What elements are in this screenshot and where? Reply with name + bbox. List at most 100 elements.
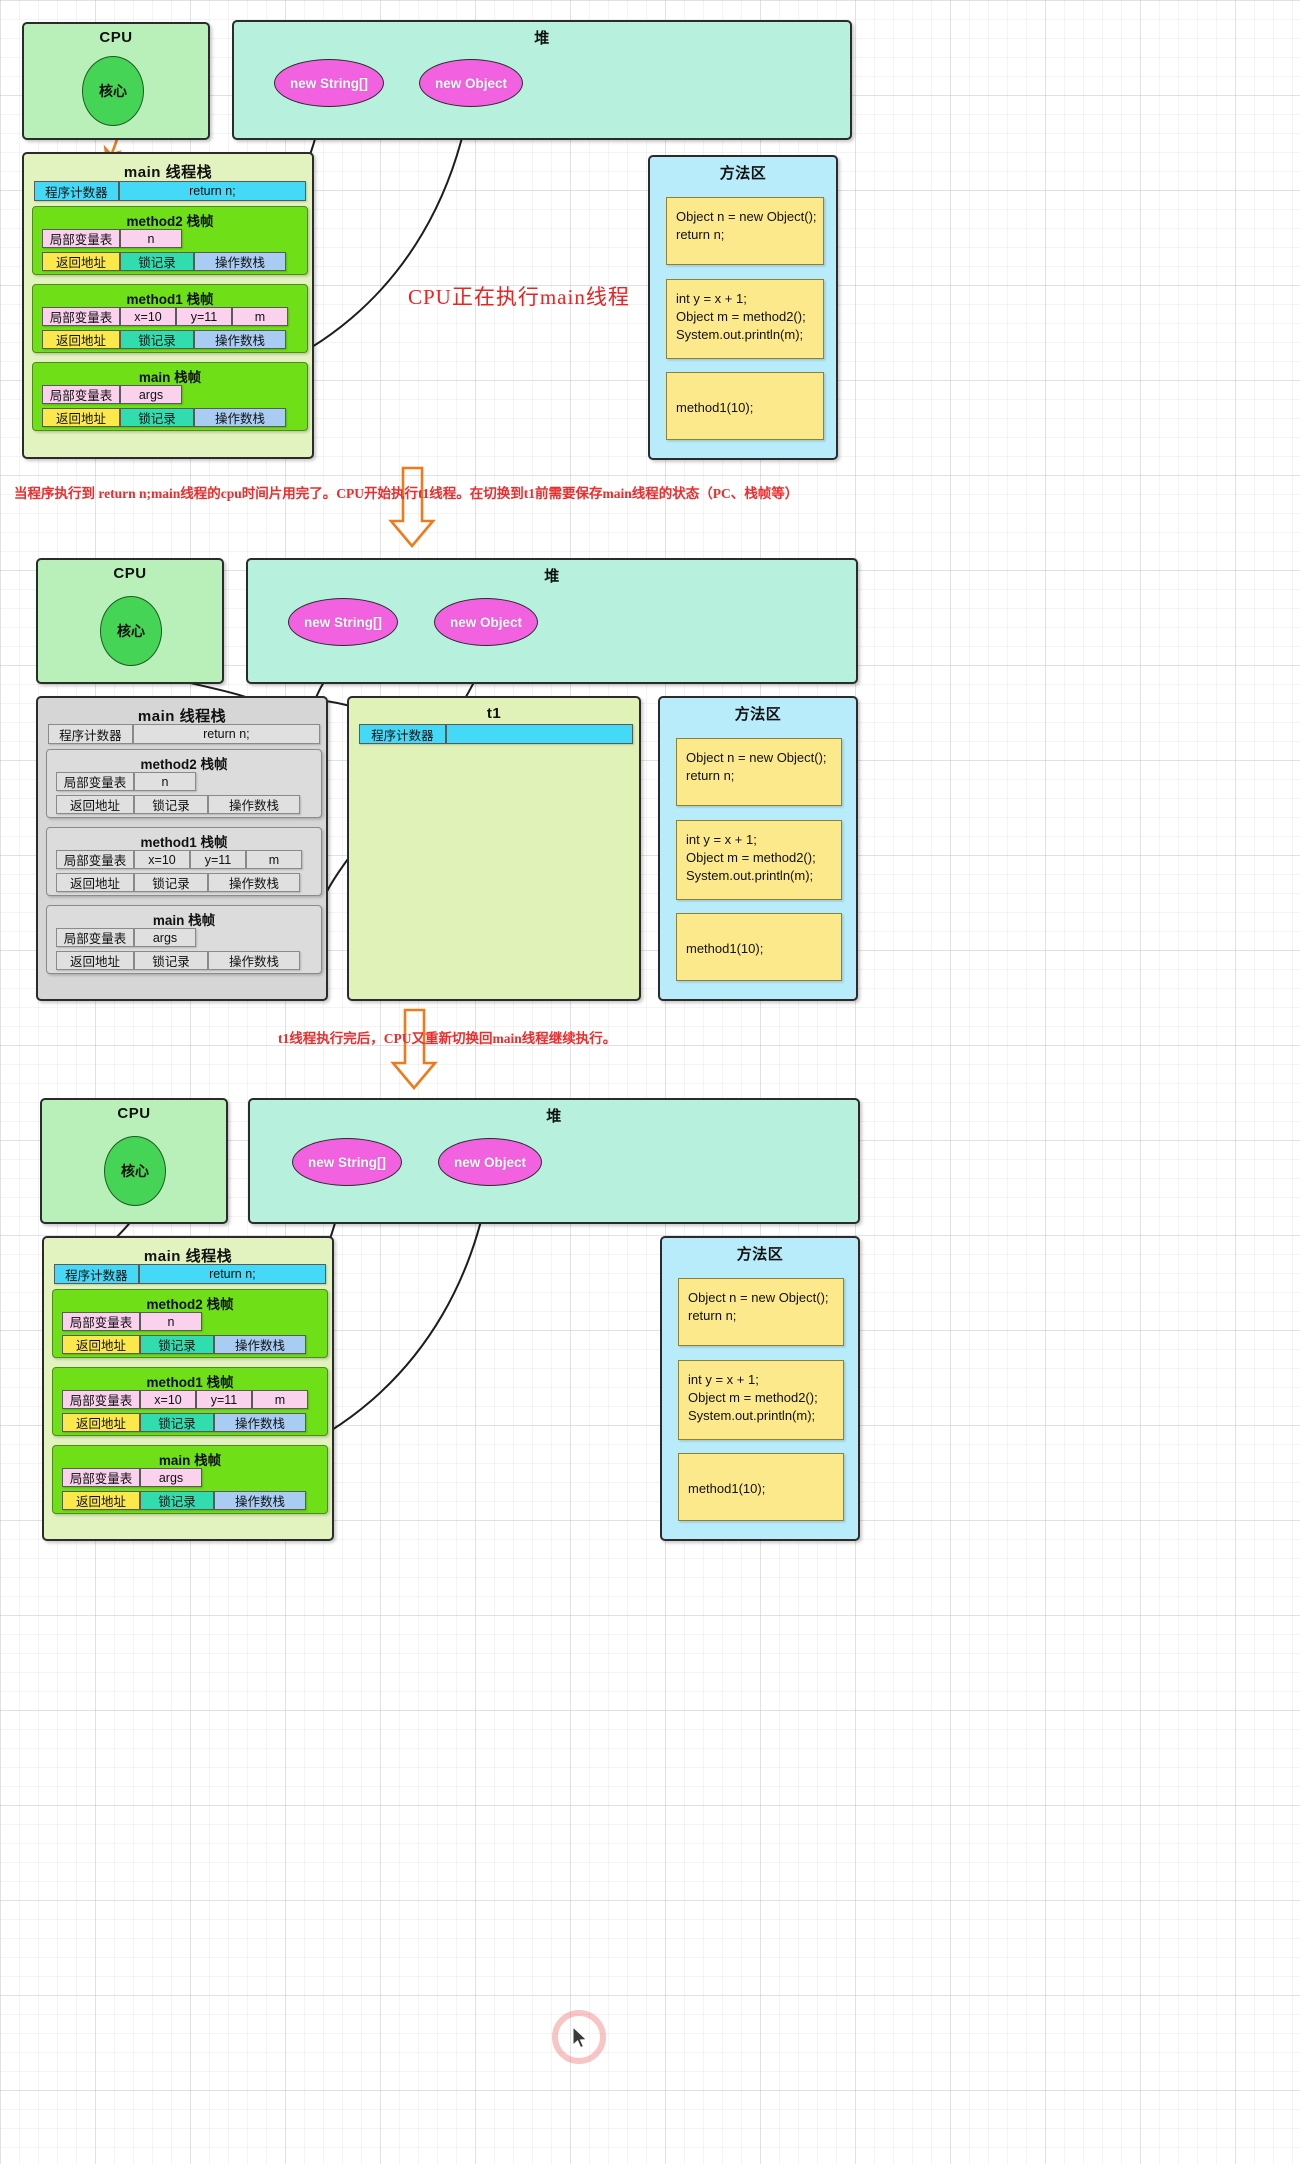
code-line: int y = x + 1; <box>686 832 757 847</box>
local-var-value: n <box>134 772 196 791</box>
frame-meta-row: 返回地址 锁记录 操作数栈 <box>62 1491 306 1510</box>
pc-label: 程序计数器 <box>359 724 446 744</box>
local-var-row: 局部变量表 args <box>62 1468 202 1487</box>
local-var-row: 局部变量表 x=10 y=11 m <box>56 850 302 869</box>
main-thread-stack-1: main 线程栈 程序计数器 return n; method2 栈帧 局部变量… <box>22 152 314 459</box>
cpu-title: CPU <box>117 1105 151 1122</box>
frame-meta-row: 返回地址 锁记录 操作数栈 <box>56 951 300 970</box>
local-var-label: 局部变量表 <box>62 1468 140 1487</box>
heap-object-label: new String[] <box>308 1154 386 1170</box>
pc-value: return n; <box>132 724 320 744</box>
pc-label: 程序计数器 <box>54 1264 139 1284</box>
main-stack-title-3: main 线程栈 <box>143 1248 233 1265</box>
local-var-x: x=10 <box>140 1390 196 1409</box>
t1-pc-row: 程序计数器 <box>359 724 633 744</box>
heap-title: 堆 <box>546 1108 562 1125</box>
cpu-region-2: CPU 核心 <box>36 558 224 684</box>
code-line: Object n = new Object(); <box>688 1290 829 1305</box>
method-area-code-2: method1(10); <box>666 372 824 440</box>
return-address-label: 返回地址 <box>56 951 134 970</box>
local-var-label: 局部变量表 <box>56 772 134 791</box>
frame-meta-row: 返回地址 锁记录 操作数栈 <box>56 873 300 892</box>
t1-thread-stack: t1 程序计数器 <box>347 696 641 1001</box>
stack-frame-method2-1: method2 栈帧 局部变量表 n 返回地址 锁记录 操作数栈 <box>32 206 308 275</box>
operand-stack-label: 操作数栈 <box>194 330 286 349</box>
transition-note-2: t1线程执行完后，CPU又重新切换回main线程继续执行。 <box>278 1031 617 1046</box>
return-address-label: 返回地址 <box>62 1335 140 1354</box>
frame-meta-row: 返回地址 锁记录 操作数栈 <box>42 408 286 427</box>
heap-object-new-string-1: new String[] <box>274 59 384 107</box>
code-line: Object n = new Object(); <box>676 209 817 224</box>
operand-stack-label: 操作数栈 <box>214 1491 306 1510</box>
method-area-code-1: int y = x + 1; Object m = method2(); Sys… <box>666 279 824 359</box>
local-var-label: 局部变量表 <box>42 307 120 326</box>
code-line: return n; <box>686 767 735 783</box>
lock-record-label: 锁记录 <box>120 330 194 349</box>
cpu-core-label: 核心 <box>121 1163 149 1179</box>
operand-stack-label: 操作数栈 <box>208 795 300 814</box>
heap-title: 堆 <box>534 30 550 47</box>
method-area-title: 方法区 <box>734 706 782 723</box>
local-var-row: 局部变量表 args <box>42 385 182 404</box>
method-area-code-2: method1(10); <box>678 1453 844 1521</box>
stack-frame-method1-3: method1 栈帧 局部变量表 x=10 y=11 m 返回地址 锁记录 操作… <box>52 1367 328 1436</box>
return-address-label: 返回地址 <box>56 795 134 814</box>
cpu-region-1: CPU 核心 <box>22 22 210 140</box>
method-area-code-2: method1(10); <box>676 913 842 981</box>
main-stack-title-1: main 线程栈 <box>123 164 213 181</box>
local-var-x: x=10 <box>134 850 190 869</box>
heap-object-label: new Object <box>453 1154 526 1170</box>
local-var-label: 局部变量表 <box>56 850 134 869</box>
pc-value: return n; <box>118 181 306 201</box>
heap-object-label: new String[] <box>290 75 368 91</box>
cpu-core-label: 核心 <box>117 623 145 639</box>
pc-label: 程序计数器 <box>48 724 133 744</box>
return-address-label: 返回地址 <box>62 1413 140 1432</box>
method-area-code-0: Object n = new Object(); return n; <box>666 197 824 265</box>
local-var-y: y=11 <box>196 1390 252 1409</box>
cpu-title: CPU <box>99 29 133 46</box>
local-var-label: 局部变量表 <box>56 928 134 947</box>
local-var-row: 局部变量表 x=10 y=11 m <box>62 1390 308 1409</box>
code-line: Object n = new Object(); <box>686 750 827 765</box>
code-line: int y = x + 1; <box>688 1372 759 1387</box>
stack-frame-main-2: main 栈帧 局部变量表 args 返回地址 锁记录 操作数栈 <box>46 905 322 974</box>
frame-meta-row: 返回地址 锁记录 操作数栈 <box>42 330 286 349</box>
local-var-row: 局部变量表 n <box>62 1312 202 1331</box>
local-var-m: m <box>232 307 288 326</box>
heap-object-label: new Object <box>449 614 522 630</box>
heap-object-new-object-3: new Object <box>438 1138 542 1186</box>
local-var-args: args <box>134 928 196 947</box>
local-var-m: m <box>252 1390 308 1409</box>
local-var-row: 局部变量表 args <box>56 928 196 947</box>
heap-object-new-object-2: new Object <box>434 598 538 646</box>
operand-stack-label: 操作数栈 <box>194 408 286 427</box>
lock-record-label: 锁记录 <box>120 408 194 427</box>
code-line: Object m = method2(); <box>688 1389 818 1405</box>
method-area-code-0: Object n = new Object(); return n; <box>678 1278 844 1346</box>
cpu-region-3: CPU 核心 <box>40 1098 228 1224</box>
method-area-2: 方法区 Object n = new Object(); return n; i… <box>658 696 858 1001</box>
stack-frame-method2-2: method2 栈帧 局部变量表 n 返回地址 锁记录 操作数栈 <box>46 749 322 818</box>
local-var-label: 局部变量表 <box>62 1312 140 1331</box>
stack-frame-method1-1: method1 栈帧 局部变量表 x=10 y=11 m 返回地址 锁记录 操作… <box>32 284 308 353</box>
code-line: System.out.println(m); <box>676 326 804 342</box>
code-line: method1(10); <box>676 400 754 415</box>
code-line: method1(10); <box>688 1481 766 1496</box>
pc-value <box>445 724 633 744</box>
code-line: Object m = method2(); <box>686 849 816 865</box>
method-area-code-1: int y = x + 1; Object m = method2(); Sys… <box>678 1360 844 1440</box>
lock-record-label: 锁记录 <box>120 252 194 271</box>
local-var-value: n <box>140 1312 202 1331</box>
pc-label: 程序计数器 <box>34 181 119 201</box>
operand-stack-label: 操作数栈 <box>208 873 300 892</box>
heap-object-new-string-2: new String[] <box>288 598 398 646</box>
method-area-title: 方法区 <box>719 165 767 182</box>
lock-record-label: 锁记录 <box>134 873 208 892</box>
pc-row-1: 程序计数器 return n; <box>34 181 306 201</box>
heap-object-label: new String[] <box>304 614 382 630</box>
method-area-3: 方法区 Object n = new Object(); return n; i… <box>660 1236 860 1541</box>
operand-stack-label: 操作数栈 <box>214 1335 306 1354</box>
heap-region-1: 堆 new String[] new Object <box>232 20 852 140</box>
local-var-args: args <box>120 385 182 404</box>
